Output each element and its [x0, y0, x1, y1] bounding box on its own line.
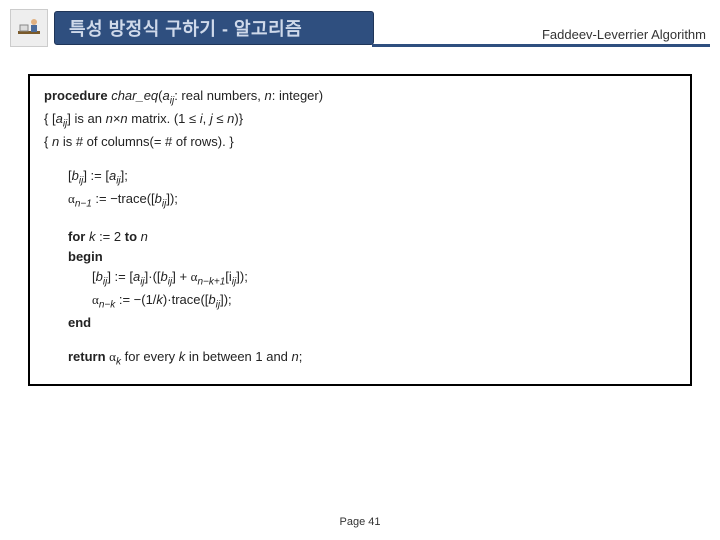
- end-line: end: [68, 313, 676, 333]
- algorithm-box: procedure char_eq(aij: real numbers, n: …: [28, 74, 692, 386]
- title-bar: 특성 방정식 구하기 - 알고리즘 Faddeev-Leverrier Algo…: [10, 8, 710, 48]
- page-number: Page 41: [0, 516, 720, 528]
- loop-body-1: [bij] := [aij]·([bij] + αn−k+1[iij]);: [68, 267, 676, 290]
- loop-block: for k := 2 to n begin [bij] := [aij]·([b…: [44, 227, 676, 334]
- proc-comment-2: { n is # of columns(= # of rows). }: [44, 132, 676, 152]
- for-line: for k := 2 to n: [68, 227, 676, 247]
- subtitle-wrap: Faddeev-Leverrier Algorithm: [372, 10, 710, 47]
- loop-body-2: αn−k := −(1/k)·trace([bij]);: [68, 290, 676, 313]
- proc-decl: procedure char_eq(aij: real numbers, n: …: [44, 86, 676, 109]
- init-block: [bij] := [aij]; αn−1 := −trace([bij]);: [44, 166, 676, 212]
- init-line-2: αn−1 := −trace([bij]);: [68, 189, 676, 212]
- return-line: return αk for every k in between 1 and n…: [44, 347, 676, 370]
- begin-line: begin: [68, 247, 676, 267]
- title-text: 특성 방정식 구하기 - 알고리즘: [69, 15, 302, 41]
- proc-header: procedure char_eq(aij: real numbers, n: …: [44, 86, 676, 152]
- subtitle-text: Faddeev-Leverrier Algorithm: [542, 27, 710, 42]
- proc-comment-1: { [aij] is an n×n matrix. (1 ≤ i, j ≤ n)…: [44, 109, 676, 132]
- person-desk-icon: [10, 9, 48, 47]
- init-line-1: [bij] := [aij];: [68, 166, 676, 189]
- slide: 특성 방정식 구하기 - 알고리즘 Faddeev-Leverrier Algo…: [0, 0, 720, 540]
- slide-title: 특성 방정식 구하기 - 알고리즘: [54, 11, 374, 45]
